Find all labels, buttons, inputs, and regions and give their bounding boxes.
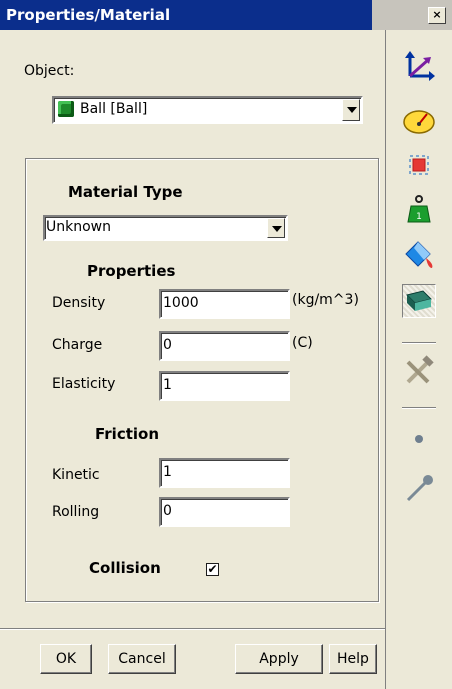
kinetic-field[interactable] bbox=[159, 458, 290, 488]
material-type-heading: Material Type bbox=[68, 183, 183, 201]
svg-text:1: 1 bbox=[416, 212, 422, 222]
charge-label: Charge bbox=[52, 337, 103, 353]
appearance-icon[interactable] bbox=[402, 236, 436, 270]
help-button[interactable]: Help bbox=[329, 644, 377, 674]
cancel-button[interactable]: Cancel bbox=[108, 644, 176, 674]
apply-button[interactable]: Apply bbox=[235, 644, 323, 674]
elasticity-label: Elasticity bbox=[52, 376, 116, 392]
toolbar-separator bbox=[402, 342, 436, 344]
collision-label: Collision bbox=[89, 559, 161, 577]
charge-input[interactable] bbox=[163, 335, 283, 355]
button-divider bbox=[0, 628, 385, 630]
object-select-value: Ball [Ball] bbox=[80, 101, 148, 117]
properties-window: Properties/Material × Object: Ball [Ball… bbox=[0, 0, 452, 689]
close-button[interactable]: × bbox=[428, 7, 446, 24]
object-label: Object: bbox=[24, 63, 75, 79]
kinetic-input[interactable] bbox=[163, 462, 283, 482]
material-type-value: Unknown bbox=[46, 219, 111, 235]
friction-heading: Friction bbox=[95, 425, 160, 443]
main-panel: Object: Ball [Ball] Material Type Unknow… bbox=[0, 30, 385, 689]
chevron-down-icon[interactable] bbox=[267, 218, 285, 238]
chevron-down-icon[interactable] bbox=[342, 99, 360, 121]
rolling-field[interactable] bbox=[159, 497, 290, 527]
mass-icon[interactable]: 1 bbox=[402, 192, 436, 226]
density-input[interactable] bbox=[163, 293, 283, 313]
toolbar-separator bbox=[402, 407, 436, 409]
tools-icon[interactable] bbox=[402, 354, 436, 388]
geometry-icon[interactable] bbox=[402, 148, 436, 182]
material-type-select[interactable]: Unknown bbox=[43, 215, 288, 241]
elasticity-field[interactable] bbox=[159, 371, 290, 401]
material-icon[interactable] bbox=[402, 284, 436, 318]
density-unit: (kg/m^3) bbox=[292, 292, 359, 308]
coordinates-icon[interactable] bbox=[402, 50, 436, 84]
rolling-input[interactable] bbox=[163, 501, 283, 521]
title-bar: Properties/Material × bbox=[0, 0, 452, 30]
charge-field[interactable] bbox=[159, 331, 290, 361]
pin-icon[interactable] bbox=[402, 470, 436, 504]
speedometer-icon[interactable] bbox=[402, 102, 436, 136]
object-cube-icon bbox=[58, 101, 74, 117]
rolling-label: Rolling bbox=[52, 504, 100, 520]
collision-checkbox[interactable]: ✔ bbox=[206, 563, 219, 576]
point-icon[interactable] bbox=[402, 422, 436, 456]
density-field[interactable] bbox=[159, 289, 290, 319]
object-select[interactable]: Ball [Ball] bbox=[52, 96, 363, 124]
kinetic-label: Kinetic bbox=[52, 467, 100, 483]
elasticity-input[interactable] bbox=[163, 375, 283, 395]
toolbar-sidebar: 1 bbox=[385, 30, 452, 689]
window-title: Properties/Material bbox=[0, 0, 372, 30]
properties-heading: Properties bbox=[87, 262, 176, 280]
ok-button[interactable]: OK bbox=[40, 644, 92, 674]
density-label: Density bbox=[52, 295, 106, 311]
charge-unit: (C) bbox=[292, 335, 313, 351]
